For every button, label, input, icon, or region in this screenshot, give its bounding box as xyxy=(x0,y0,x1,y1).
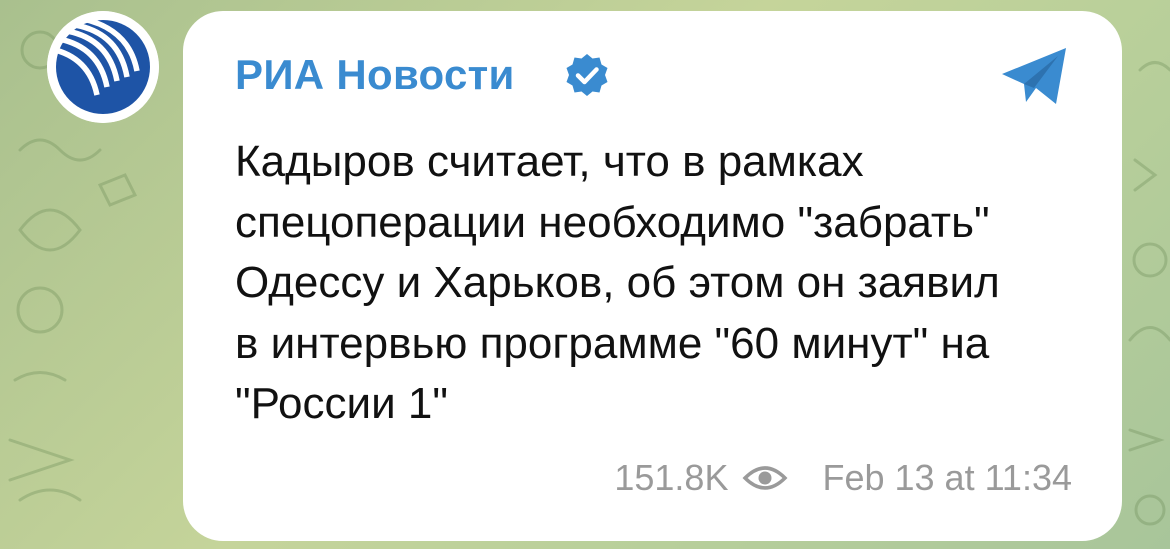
ria-logo-icon xyxy=(47,11,159,123)
eye-icon xyxy=(742,466,788,490)
post-text: Кадыров считает, что в рамках спецоперац… xyxy=(235,137,1000,428)
channel-avatar[interactable] xyxy=(47,11,159,123)
post-timestamp: Feb 13 at 11:34 xyxy=(822,457,1072,498)
telegram-share-icon[interactable] xyxy=(998,44,1072,108)
view-count: 151.8K xyxy=(614,457,729,498)
verified-badge-icon xyxy=(566,54,608,96)
channel-name[interactable]: РИА Новости xyxy=(235,50,515,100)
post-meta: 151.8K Feb 13 at 11:34 xyxy=(614,456,1072,500)
